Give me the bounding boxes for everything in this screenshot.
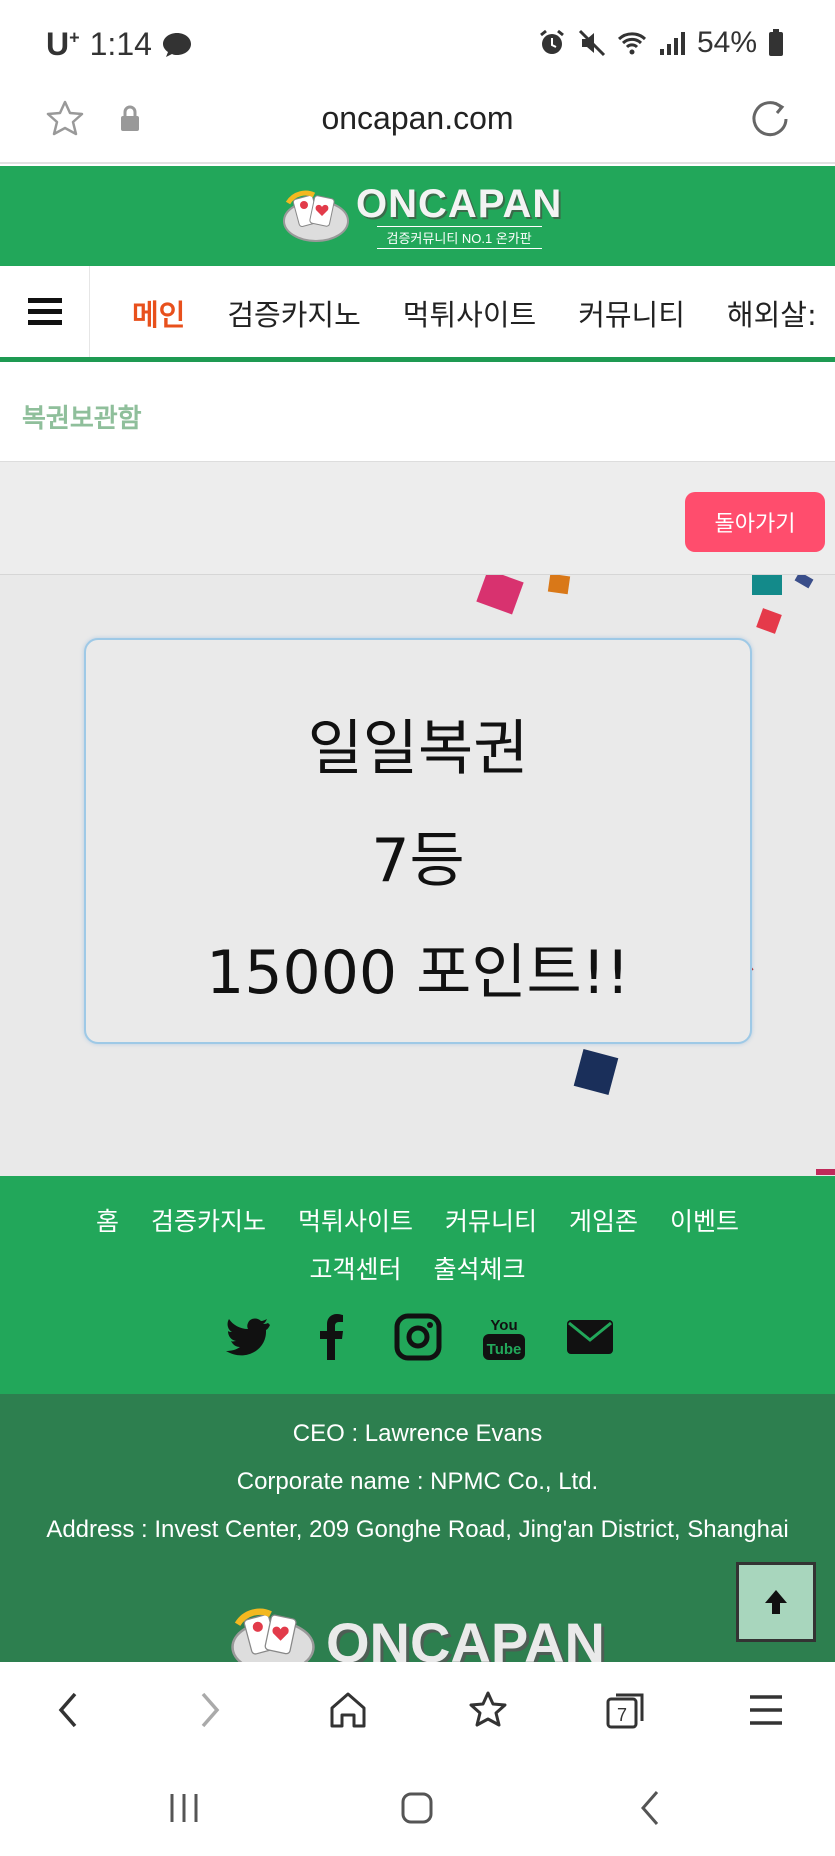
- footer-nav: 홈 검증카지노 먹튀사이트 커뮤니티 게임존 이벤트 고객센터 출석체크 You…: [0, 1176, 835, 1394]
- signal-icon: [659, 32, 685, 55]
- cards-logo-icon: [231, 1608, 315, 1662]
- menu-lines-icon: [750, 1695, 782, 1725]
- footer-address: Address : Invest Center, 209 Gonghe Road…: [46, 1516, 789, 1543]
- battery-icon: [769, 29, 783, 56]
- clock: 1:14: [89, 26, 152, 62]
- nav-item-main[interactable]: 메인: [132, 292, 185, 334]
- battery-percent: 54%: [696, 26, 757, 59]
- twitter-icon[interactable]: [221, 1312, 271, 1362]
- tabs-icon: 7: [606, 1693, 644, 1729]
- url-text[interactable]: oncapan.com: [0, 100, 835, 137]
- menu-button[interactable]: [0, 266, 90, 357]
- nav-item-verified-casino[interactable]: 검증카지노: [227, 292, 360, 334]
- browser-back-button[interactable]: [44, 1686, 92, 1734]
- tab-count: 7: [617, 1705, 627, 1725]
- status-right: 54%: [537, 26, 785, 60]
- nav-item-overseas[interactable]: 해외살:: [727, 292, 817, 334]
- browser-tabs-button[interactable]: 7: [602, 1686, 650, 1734]
- alarm-icon: [540, 29, 564, 54]
- status-left: U+ 1:14: [46, 26, 192, 63]
- chat-bubble-icon: [162, 32, 191, 57]
- back-arrow-icon: [641, 1791, 659, 1825]
- home-icon: [330, 1692, 366, 1728]
- carrier: U+: [46, 26, 80, 62]
- footer-links-row2: 고객센터 출석체크: [0, 1250, 835, 1286]
- youtube-icon[interactable]: You Tube: [479, 1312, 529, 1362]
- main-nav: 메인 검증카지노 먹튀사이트 커뮤니티 해외살:: [0, 266, 835, 362]
- chevron-left-icon: [58, 1692, 77, 1728]
- logo-subtitle: 검증커뮤니티 NO.1 온카판: [376, 226, 542, 249]
- nav-items: 메인 검증카지노 먹튀사이트 커뮤니티 해외살:: [132, 292, 817, 334]
- footer-link-scam-sites[interactable]: 먹튀사이트: [298, 1202, 413, 1238]
- chevron-right-icon: [201, 1692, 220, 1728]
- browser-toolbar: 7: [0, 1662, 835, 1758]
- footer-logo: ONCAPAN: [230, 1606, 605, 1662]
- email-icon[interactable]: [565, 1312, 615, 1362]
- footer-ceo: CEO : Lawrence Evans: [292, 1420, 543, 1447]
- url-bar: oncapan.com: [0, 84, 835, 164]
- section-header: 복권보관함: [0, 362, 835, 462]
- back-button[interactable]: 돌아가기: [685, 492, 825, 552]
- content-toolbar: 돌아가기: [0, 462, 835, 574]
- recent-apps-button[interactable]: [162, 1786, 206, 1830]
- footer-link-game-zone[interactable]: 게임존: [569, 1202, 638, 1238]
- result-lottery-name: 일일복권: [307, 714, 529, 784]
- nav-item-scam-sites[interactable]: 먹튀사이트: [403, 292, 536, 334]
- footer-corporate-name: Corporate name : NPMC Co., Ltd.: [236, 1468, 599, 1495]
- footer-link-support[interactable]: 고객센터: [309, 1250, 401, 1286]
- social-links: You Tube: [0, 1312, 835, 1362]
- facebook-icon[interactable]: [307, 1312, 357, 1362]
- footer-link-verified-casino[interactable]: 검증카지노: [151, 1202, 266, 1238]
- result-rank: 7등: [371, 826, 465, 896]
- nav-item-community[interactable]: 커뮤니티: [578, 292, 685, 334]
- svg-text:Tube: Tube: [486, 1341, 521, 1358]
- browser-home-button[interactable]: [324, 1686, 372, 1734]
- reload-icon[interactable]: [749, 98, 791, 140]
- hamburger-icon: [27, 297, 62, 325]
- svg-text:You: You: [490, 1317, 517, 1334]
- site-logo[interactable]: ONCAPAN 검증커뮤니티 NO.1 온카판: [282, 184, 562, 249]
- footer-link-events[interactable]: 이벤트: [670, 1202, 739, 1238]
- browser-forward-button[interactable]: [186, 1686, 234, 1734]
- footer-links-row1: 홈 검증카지노 먹튀사이트 커뮤니티 게임존 이벤트: [0, 1202, 835, 1238]
- footer-logo-title: ONCAPAN: [326, 1610, 605, 1663]
- arrow-up-icon: [765, 1590, 787, 1614]
- site-header: ONCAPAN 검증커뮤니티 NO.1 온카판: [0, 166, 835, 266]
- footer-link-attendance[interactable]: 출석체크: [434, 1250, 526, 1286]
- system-nav-bar: [0, 1758, 835, 1856]
- recent-apps-icon: [170, 1794, 198, 1822]
- footer-link-community[interactable]: 커뮤니티: [445, 1202, 537, 1238]
- footer-info: CEO : Lawrence Evans Corporate name : NP…: [0, 1394, 835, 1662]
- browser-menu-button[interactable]: [742, 1686, 790, 1734]
- status-bar: U+ 1:14 54%: [0, 0, 835, 84]
- logo-title: ONCAPAN: [356, 182, 563, 226]
- section-title: 복권보관함: [22, 404, 142, 434]
- bookmarks-star-icon: [469, 1691, 507, 1727]
- home-square-icon: [401, 1792, 433, 1824]
- logo-text: ONCAPAN 검증커뮤니티 NO.1 온카판: [356, 184, 562, 249]
- wifi-icon: [617, 32, 646, 55]
- cards-logo-icon: [283, 190, 349, 242]
- home-system-button[interactable]: [395, 1786, 439, 1830]
- mute-icon: [578, 29, 606, 57]
- instagram-icon[interactable]: [393, 1312, 443, 1362]
- lottery-result-stage: 일일복권 7등 15000 포인트!!: [0, 574, 835, 1176]
- result-points: 15000 포인트!!: [206, 938, 630, 1008]
- system-back-button[interactable]: [628, 1786, 672, 1830]
- browser-bookmarks-button[interactable]: [464, 1686, 512, 1734]
- scroll-to-top-button[interactable]: [736, 1562, 816, 1642]
- footer-link-home[interactable]: 홈: [96, 1202, 119, 1238]
- lottery-result-card: 일일복권 7등 15000 포인트!!: [84, 638, 752, 1044]
